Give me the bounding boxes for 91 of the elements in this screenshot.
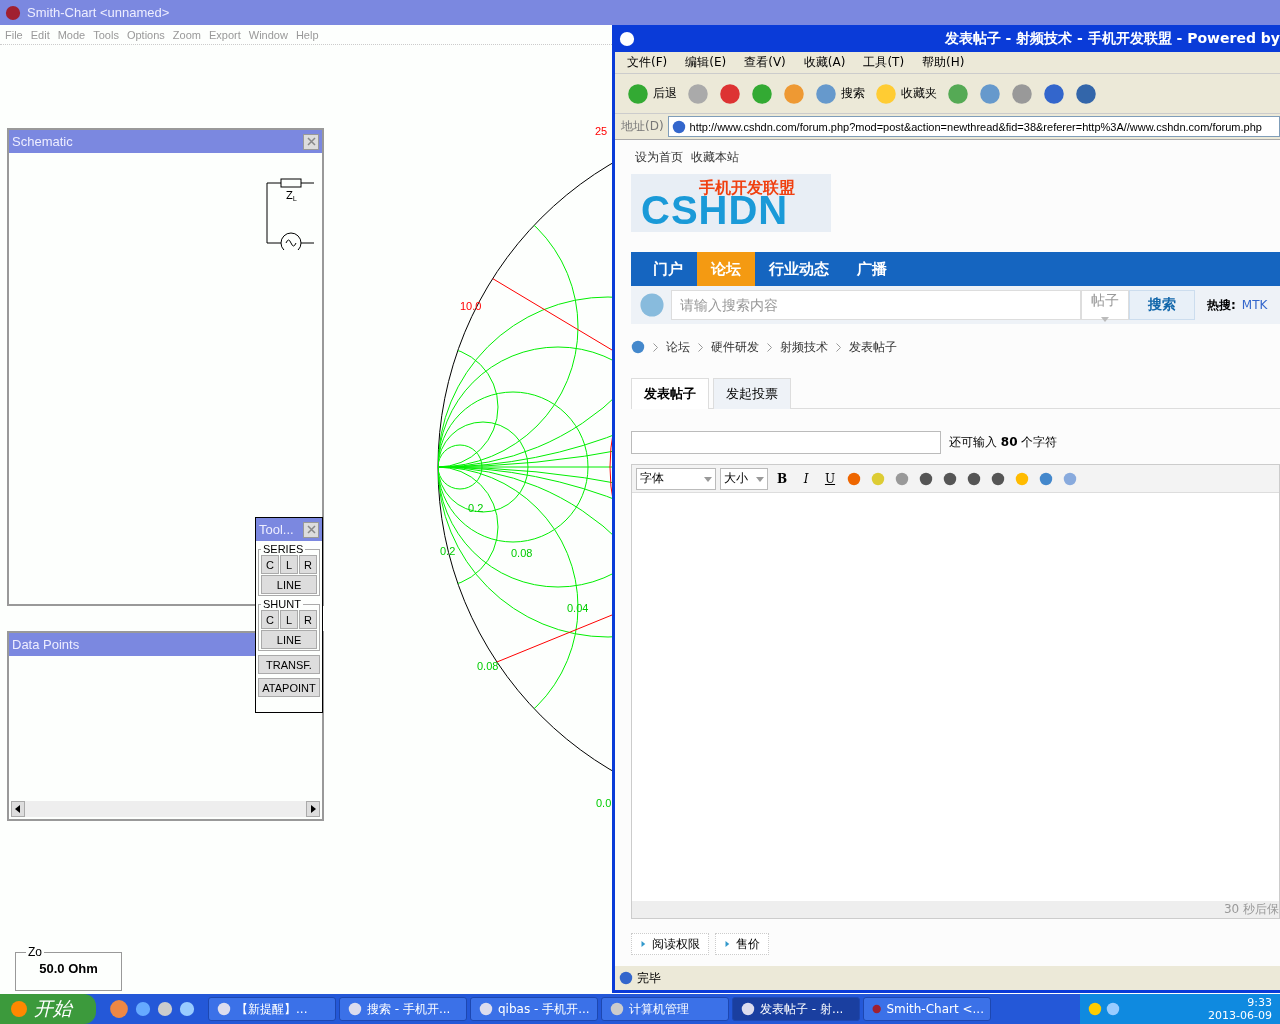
- caret-icon: [704, 474, 712, 483]
- taskbar-item[interactable]: 发表帖子 - 射...: [732, 997, 860, 1021]
- chart-label: 25: [595, 125, 608, 137]
- tool-button[interactable]: L: [280, 610, 298, 629]
- site-logo: 手机开发联盟 CSHDN: [631, 174, 831, 232]
- breadcrumb-link[interactable]: 发表帖子: [849, 338, 897, 356]
- start-button[interactable]: 开始: [0, 994, 96, 1024]
- font-dropdown[interactable]: 字体: [636, 467, 716, 490]
- taskbar-item[interactable]: 计算机管理: [601, 997, 729, 1021]
- menu-item[interactable]: 编辑(E): [685, 54, 727, 71]
- chevron-icon: [836, 342, 841, 352]
- nav-tab[interactable]: 门户: [639, 252, 697, 286]
- chart-label: 0.08: [511, 547, 533, 559]
- tool-button[interactable]: R: [299, 610, 317, 629]
- tool-button[interactable]: LINE: [261, 575, 317, 594]
- window-title: 发表帖子 - 射频技术 - 手机开发联盟 - Powered by: [944, 29, 1280, 48]
- caret-icon: [756, 474, 764, 483]
- chart-label: 0.08: [477, 660, 499, 672]
- hot-link[interactable]: MTK: [1241, 298, 1268, 312]
- right-triangle-icon: [640, 941, 646, 947]
- impedance-value: 50.0 Ohm: [38, 961, 99, 976]
- panel-title: Tool...: [259, 522, 294, 537]
- taskbar-item[interactable]: 搜索 - 手机开...: [339, 997, 467, 1021]
- clock-time: 9:33: [1247, 996, 1272, 1009]
- scrollbar[interactable]: [11, 801, 320, 817]
- caret-icon: [1101, 315, 1109, 323]
- top-link[interactable]: 设为首页: [635, 148, 683, 166]
- chart-label: 0.2: [468, 502, 484, 514]
- subject-field[interactable]: [631, 431, 941, 454]
- scroll-left-button[interactable]: [11, 801, 25, 817]
- search-field[interactable]: 请输入搜索内容: [671, 290, 1081, 320]
- menu-item[interactable]: 工具(T): [863, 54, 905, 71]
- group-label: SERIES: [262, 543, 305, 555]
- breadcrumb-link[interactable]: 射频技术: [780, 338, 828, 356]
- breadcrumb-link[interactable]: 论坛: [666, 338, 690, 356]
- tab[interactable]: 发表帖子: [631, 378, 709, 409]
- chart-label: 0.0: [596, 797, 612, 809]
- autosave-text: 30 秒后保: [1223, 901, 1279, 918]
- taskbar-item[interactable]: Smith-Chart <...: [863, 997, 991, 1021]
- panel-title: Schematic: [12, 134, 73, 149]
- tool-button[interactable]: C: [261, 610, 279, 629]
- chevron-icon: [653, 342, 658, 352]
- favorites-button[interactable]: 收藏夹: [873, 82, 939, 105]
- panel-title: Data Points: [12, 637, 80, 652]
- address-field[interactable]: http://www.cshdn.com/forum.php?mod=post&action=newthread&fid=38&referer=http%3A//www.cshdn.com/forum.php: [667, 116, 1280, 137]
- tool-button[interactable]: L: [280, 555, 298, 574]
- close-button[interactable]: [303, 133, 319, 150]
- option-button[interactable]: 阅读权限: [631, 933, 709, 955]
- chart-label: 0.04: [567, 602, 589, 614]
- menu-item[interactable]: 帮助(H): [922, 54, 965, 71]
- circuit-drawing: Z$_{L}$: [264, 175, 314, 250]
- nav-tab[interactable]: 广播: [843, 252, 901, 286]
- option-button[interactable]: 售价: [715, 933, 769, 955]
- back-button[interactable]: 后退: [625, 82, 679, 105]
- char-count-hint: 还可输入 80 个字符: [949, 434, 1058, 451]
- chevron-icon: [767, 342, 772, 352]
- chevron-icon: [698, 342, 703, 352]
- format-button[interactable]: U: [820, 468, 840, 489]
- tool-button[interactable]: LINE: [261, 630, 317, 649]
- hot-label: 热搜:: [1207, 296, 1236, 314]
- tool-button[interactable]: TRANSF.: [258, 655, 320, 674]
- top-link[interactable]: 收藏本站: [691, 148, 739, 166]
- menu-item[interactable]: 文件(F): [627, 54, 668, 71]
- close-button[interactable]: [303, 521, 319, 538]
- address-label: 地址(D): [621, 118, 664, 135]
- right-arrow-icon: [309, 805, 317, 813]
- menu-item[interactable]: 查看(V): [744, 54, 786, 71]
- scroll-right-button[interactable]: [306, 801, 320, 817]
- right-triangle-icon: [724, 941, 730, 947]
- status-text: 完毕: [637, 969, 661, 987]
- size-dropdown[interactable]: 大小: [720, 467, 768, 490]
- format-button[interactable]: I: [796, 468, 816, 489]
- taskbar-item[interactable]: qibas - 手机开...: [470, 997, 598, 1021]
- close-icon: [306, 525, 316, 534]
- window-title: Smith-Chart <unnamed>: [27, 5, 170, 20]
- group-label: SHUNT: [262, 598, 302, 610]
- breadcrumb-link[interactable]: 硬件研发: [711, 338, 759, 356]
- left-arrow-icon: [14, 805, 22, 813]
- search-button[interactable]: 搜索: [813, 82, 867, 105]
- taskbar-item[interactable]: 【新提醒】...: [208, 997, 336, 1021]
- format-button[interactable]: B: [772, 468, 792, 489]
- nav-tab[interactable]: 行业动态: [755, 252, 843, 286]
- close-icon: [306, 137, 316, 146]
- tool-button[interactable]: R: [299, 555, 317, 574]
- tab[interactable]: 发起投票: [713, 378, 791, 409]
- clock-date: 2013-06-09: [1208, 1009, 1272, 1022]
- impedance-label: Zo: [27, 945, 43, 959]
- tool-button[interactable]: C: [261, 555, 279, 574]
- tool-button[interactable]: ATAPOINT: [258, 678, 320, 697]
- search-button[interactable]: 搜索: [1129, 290, 1195, 320]
- menu-item[interactable]: 收藏(A): [803, 54, 846, 71]
